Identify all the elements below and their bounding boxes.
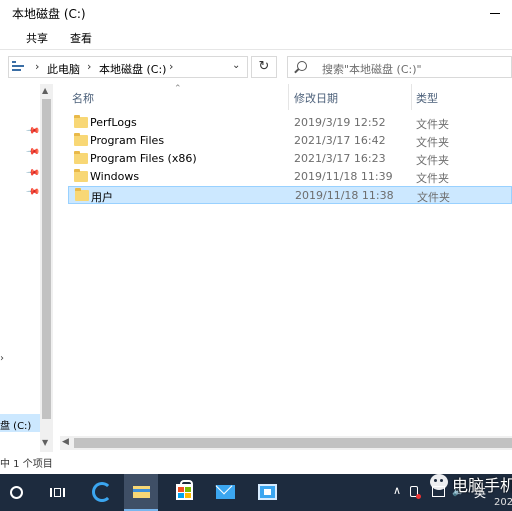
column-header-type[interactable]: 类型 <box>416 90 438 106</box>
search-input[interactable]: 搜索"本地磁盘 (C:)" <box>287 56 512 78</box>
file-row[interactable]: Windows 2019/11/18 11:39 文件夹 <box>68 168 512 186</box>
file-type: 文件夹 <box>416 136 449 149</box>
title-bar: 本地磁盘 (C:) <box>0 0 512 26</box>
chevron-down-icon[interactable]: ⌄ <box>232 60 240 71</box>
window-title: 本地磁盘 (C:) <box>12 7 86 21</box>
pin-icon[interactable]: 📌 <box>25 165 40 180</box>
chevron-right-icon[interactable]: › <box>169 60 173 73</box>
file-name: PerfLogs <box>90 116 137 129</box>
folder-icon <box>75 188 89 201</box>
file-name: Program Files <box>90 134 165 147</box>
folder-icon <box>74 151 88 164</box>
file-name: Program Files (x86) <box>90 152 197 165</box>
tray-app-icon[interactable] <box>410 486 421 499</box>
ribbon: 共享 查看 <box>0 26 512 50</box>
pin-icon[interactable]: 📌 <box>25 144 40 159</box>
file-row[interactable]: PerfLogs 2019/3/19 12:52 文件夹 <box>68 114 512 132</box>
scrollbar-thumb[interactable] <box>74 438 512 448</box>
breadcrumb-local-disk[interactable]: 本地磁盘 (C:) <box>99 61 166 77</box>
task-view-icon[interactable] <box>50 485 65 500</box>
folder-icon <box>74 133 88 146</box>
column-header-name[interactable]: 名称 <box>72 90 94 106</box>
scroll-down-icon[interactable]: ▼ <box>42 438 48 447</box>
store-icon[interactable] <box>176 480 193 500</box>
cortana-search-icon[interactable] <box>10 486 23 499</box>
file-date: 2019/11/18 11:39 <box>294 170 393 183</box>
status-text: 中 1 个项目 <box>0 459 53 470</box>
file-list: ⌃ 名称 修改日期 类型 PerfLogs 2019/3/19 12:52 文件… <box>60 84 512 436</box>
refresh-icon: ↻ <box>258 59 270 74</box>
folder-icon <box>74 169 88 182</box>
search-icon <box>297 61 307 71</box>
column-divider[interactable] <box>411 84 412 110</box>
file-name: 用户 <box>91 191 113 204</box>
this-pc-icon <box>12 61 26 73</box>
horizontal-scrollbar[interactable]: ◀ <box>60 436 512 450</box>
wechat-logo-icon <box>430 474 448 490</box>
watermark-text: 电脑手机 <box>452 476 512 495</box>
edge-browser-icon[interactable] <box>92 482 112 502</box>
minimize-button[interactable] <box>486 2 512 24</box>
file-type: 文件夹 <box>416 172 449 185</box>
pin-icon[interactable]: 📌 <box>25 184 40 199</box>
scroll-left-icon[interactable]: ◀ <box>62 437 69 447</box>
status-bar: 中 1 个项目 <box>0 452 512 470</box>
file-type: 文件夹 <box>417 191 450 204</box>
file-row[interactable]: Program Files (x86) 2021/3/17 16:23 文件夹 <box>68 150 512 168</box>
show-hidden-icons-chevron-icon[interactable]: ∧ <box>393 484 401 497</box>
breadcrumb-this-pc[interactable]: 此电脑 <box>47 61 80 77</box>
file-name: Windows <box>90 170 140 183</box>
navigation-pane: 📌 📌 📌 📌 › 盘 (C:) <box>0 84 40 454</box>
chevron-right-icon[interactable]: › <box>87 60 91 73</box>
file-date: 2019/3/19 12:52 <box>294 116 386 129</box>
address-bar[interactable]: › 此电脑 › 本地磁盘 (C:) › ⌄ <box>8 56 248 78</box>
file-row-selected[interactable]: 用户 2019/11/18 11:38 文件夹 <box>68 186 512 204</box>
app-window-icon[interactable] <box>258 484 277 500</box>
scrollbar-thumb[interactable] <box>42 99 51 419</box>
chevron-right-icon[interactable]: › <box>35 60 39 73</box>
pin-icon[interactable]: 📌 <box>25 123 40 138</box>
file-date: 2019/11/18 11:38 <box>295 189 394 202</box>
file-date: 2021/3/17 16:42 <box>294 134 386 147</box>
tab-view[interactable]: 查看 <box>70 30 92 46</box>
scroll-up-icon[interactable]: ▲ <box>42 86 48 95</box>
file-row[interactable]: Program Files 2021/3/17 16:42 文件夹 <box>68 132 512 150</box>
file-type: 文件夹 <box>416 118 449 131</box>
refresh-button[interactable]: ↻ <box>251 56 277 78</box>
nav-item-local-disk[interactable]: 盘 (C:) <box>0 414 40 432</box>
watermark: 电脑手机 <box>430 472 512 495</box>
column-header-date[interactable]: 修改日期 <box>294 90 338 106</box>
mail-icon[interactable] <box>216 485 235 499</box>
nav-vertical-scrollbar[interactable]: ▲ ▼ <box>40 84 53 452</box>
expand-chevron-icon[interactable]: › <box>0 353 4 364</box>
file-date: 2021/3/17 16:23 <box>294 152 386 165</box>
tab-share[interactable]: 共享 <box>26 30 48 46</box>
sort-up-icon: ⌃ <box>174 84 182 94</box>
clock[interactable]: 202 <box>494 497 512 508</box>
search-placeholder: 搜索"本地磁盘 (C:)" <box>322 63 422 76</box>
file-explorer-icon[interactable] <box>124 474 158 511</box>
folder-icon <box>74 115 88 128</box>
file-type: 文件夹 <box>416 154 449 167</box>
column-divider[interactable] <box>288 84 289 110</box>
nav-item-label: 盘 (C:) <box>0 421 32 432</box>
